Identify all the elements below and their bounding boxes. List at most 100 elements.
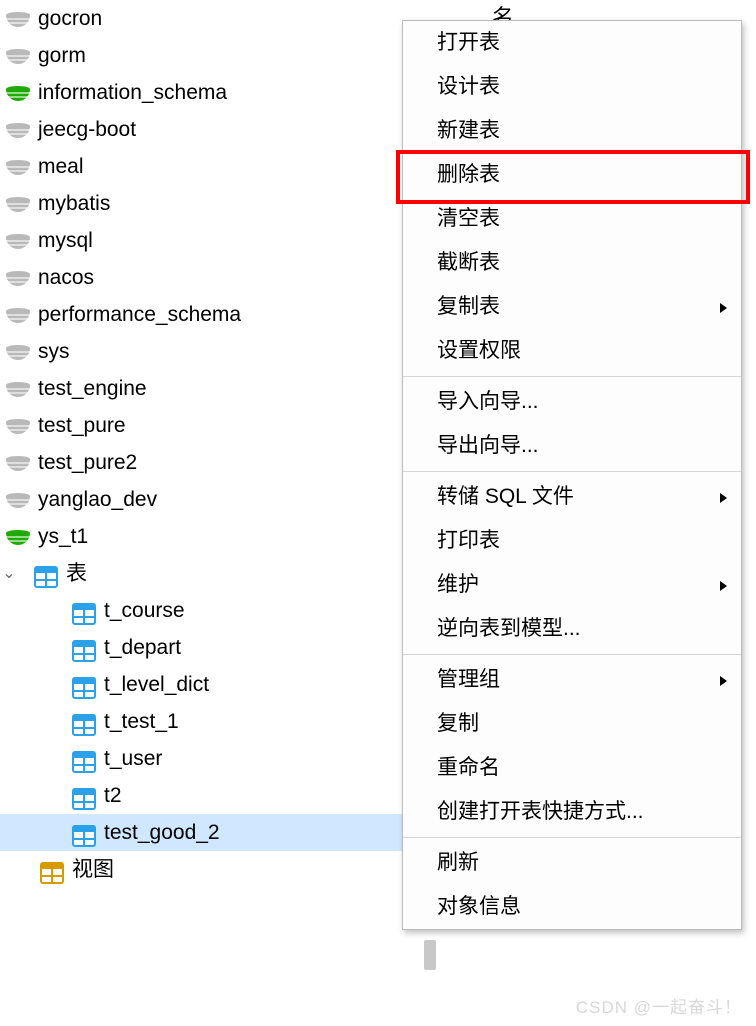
watermark: CSDN @一起奋斗！ <box>576 993 742 1018</box>
table-label: t_depart <box>104 629 420 666</box>
table-label: t_level_dict <box>104 666 420 703</box>
views-group[interactable]: 视图 <box>0 851 420 888</box>
menu-item[interactable]: 截断表 <box>403 241 741 285</box>
db-label: information_schema <box>38 74 420 111</box>
db-label: mybatis <box>38 185 420 222</box>
menu-item[interactable]: 设计表 <box>403 65 741 109</box>
tables-group[interactable]: ⌄表 <box>0 555 420 592</box>
database-icon <box>6 453 30 473</box>
menu-item[interactable]: 对象信息 <box>403 885 741 929</box>
database-icon <box>6 527 30 547</box>
db-item[interactable]: meal <box>0 148 420 185</box>
views-label: 视图 <box>72 851 420 888</box>
database-icon <box>6 305 30 325</box>
database-icon <box>6 157 30 177</box>
database-icon <box>6 490 30 510</box>
view-icon <box>40 859 64 881</box>
db-label: yanglao_dev <box>38 481 420 518</box>
db-item[interactable]: performance_schema <box>0 296 420 333</box>
db-item[interactable]: mysql <box>0 222 420 259</box>
table-icon <box>72 711 96 733</box>
menu-item[interactable]: 打印表 <box>403 519 741 563</box>
table-group-icon <box>34 563 58 585</box>
menu-item[interactable]: 复制表 <box>403 285 741 329</box>
db-label: sys <box>38 333 420 370</box>
table-label: t_test_1 <box>104 703 420 740</box>
db-label: meal <box>38 148 420 185</box>
table-item[interactable]: t_level_dict <box>0 666 420 703</box>
db-item[interactable]: jeecg-boot <box>0 111 420 148</box>
tables-group-label: 表 <box>66 555 420 592</box>
database-icon <box>6 83 30 103</box>
menu-separator <box>403 376 741 377</box>
db-label: jeecg-boot <box>38 111 420 148</box>
menu-item[interactable]: 创建打开表快捷方式... <box>403 790 741 834</box>
db-label: test_pure2 <box>38 444 420 481</box>
table-icon <box>72 600 96 622</box>
db-item[interactable]: yanglao_dev <box>0 481 420 518</box>
menu-separator <box>403 471 741 472</box>
table-item[interactable]: t_test_1 <box>0 703 420 740</box>
database-icon <box>6 120 30 140</box>
database-icon <box>6 342 30 362</box>
table-item[interactable]: t_course <box>0 592 420 629</box>
table-icon <box>72 748 96 770</box>
menu-item[interactable]: 清空表 <box>403 197 741 241</box>
chevron-down-icon[interactable]: ⌄ <box>0 555 18 592</box>
database-icon <box>6 46 30 66</box>
db-item[interactable]: gorm <box>0 37 420 74</box>
table-item[interactable]: test_good_2 <box>0 814 420 851</box>
table-item[interactable]: t_depart <box>0 629 420 666</box>
menu-separator <box>403 837 741 838</box>
menu-item[interactable]: 重命名 <box>403 746 741 790</box>
menu-item[interactable]: 刷新 <box>403 841 741 885</box>
menu-item[interactable]: 转储 SQL 文件 <box>403 475 741 519</box>
database-icon <box>6 194 30 214</box>
db-label: test_pure <box>38 407 420 444</box>
menu-item[interactable]: 新建表 <box>403 109 741 153</box>
db-label: nacos <box>38 259 420 296</box>
menu-item[interactable]: 删除表 <box>403 153 741 197</box>
table-icon <box>72 785 96 807</box>
table-icon <box>72 637 96 659</box>
table-label: t_user <box>104 740 420 777</box>
db-label: ys_t1 <box>38 518 420 555</box>
db-label: mysql <box>38 222 420 259</box>
db-item[interactable]: gocron <box>0 0 420 37</box>
db-label: performance_schema <box>38 296 420 333</box>
database-icon <box>6 379 30 399</box>
db-label: gorm <box>38 37 420 74</box>
db-item[interactable]: information_schema <box>0 74 420 111</box>
menu-separator <box>403 654 741 655</box>
menu-item[interactable]: 导出向导... <box>403 424 741 468</box>
table-item[interactable]: t2 <box>0 777 420 814</box>
menu-item[interactable]: 复制 <box>403 702 741 746</box>
menu-item[interactable]: 管理组 <box>403 658 741 702</box>
table-label: test_good_2 <box>104 814 420 851</box>
scrollbar-thumb[interactable] <box>424 940 436 970</box>
db-item[interactable]: test_engine <box>0 370 420 407</box>
database-icon <box>6 416 30 436</box>
db-item[interactable]: ys_t1 <box>0 518 420 555</box>
table-item[interactable]: t_user <box>0 740 420 777</box>
menu-item[interactable]: 逆向表到模型... <box>403 607 741 651</box>
db-item[interactable]: sys <box>0 333 420 370</box>
db-item[interactable]: mybatis <box>0 185 420 222</box>
menu-item[interactable]: 导入向导... <box>403 380 741 424</box>
table-label: t_course <box>104 592 420 629</box>
menu-item[interactable]: 设置权限 <box>403 329 741 373</box>
db-item[interactable]: test_pure <box>0 407 420 444</box>
menu-item[interactable]: 打开表 <box>403 21 741 65</box>
table-icon <box>72 822 96 844</box>
db-item[interactable]: nacos <box>0 259 420 296</box>
database-icon <box>6 231 30 251</box>
database-icon <box>6 9 30 29</box>
table-label: t2 <box>104 777 420 814</box>
database-icon <box>6 268 30 288</box>
database-tree: gocrongorminformation_schemajeecg-bootme… <box>0 0 420 888</box>
db-label: gocron <box>38 0 420 37</box>
db-label: test_engine <box>38 370 420 407</box>
db-item[interactable]: test_pure2 <box>0 444 420 481</box>
context-menu: 打开表设计表新建表删除表清空表截断表复制表设置权限导入向导...导出向导... 转… <box>402 20 742 930</box>
menu-item[interactable]: 维护 <box>403 563 741 607</box>
